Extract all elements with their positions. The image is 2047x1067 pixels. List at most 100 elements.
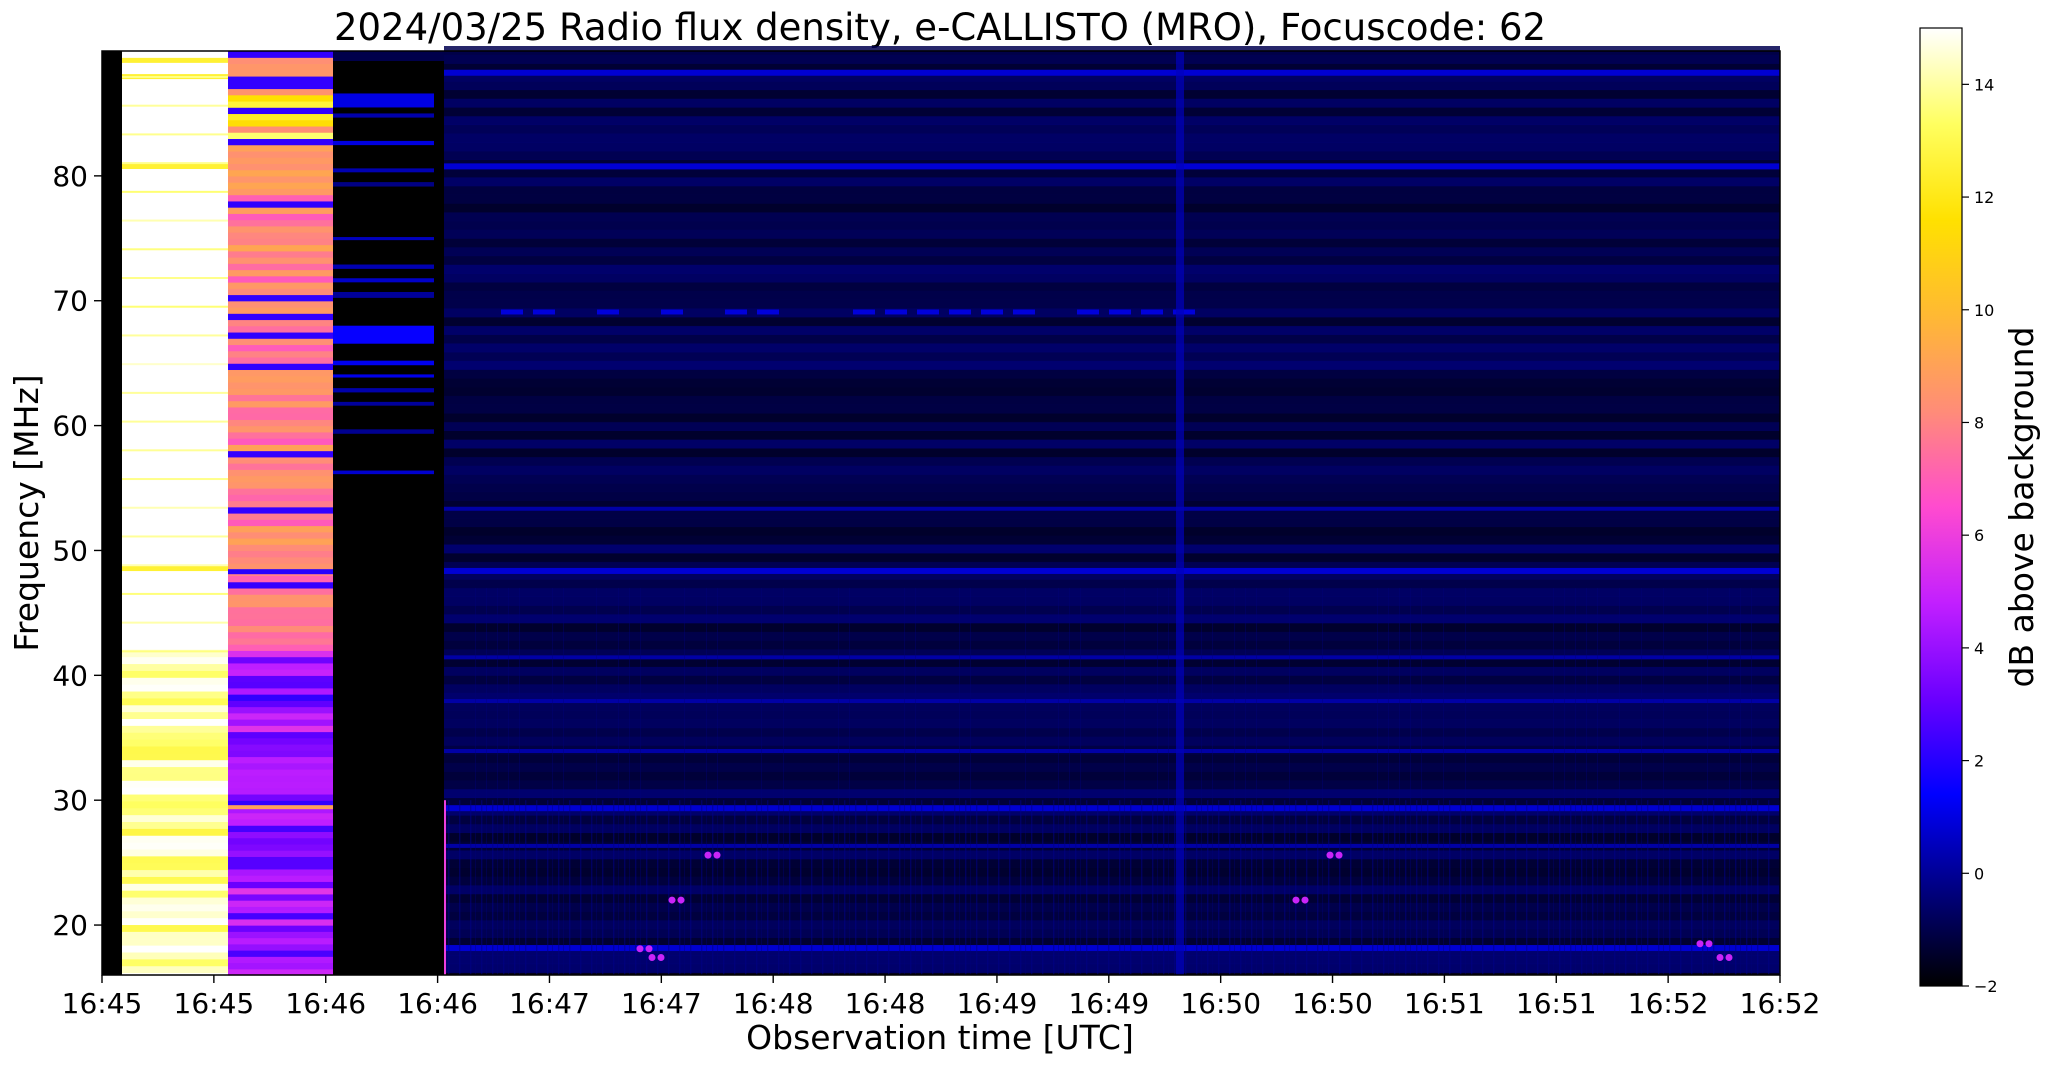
heat-cell (444, 823, 1780, 834)
heat-vertical-line (1176, 51, 1184, 975)
heat-cell (122, 739, 228, 747)
heat-striation (1306, 800, 1308, 975)
heat-line (122, 164, 228, 170)
heat-cell (228, 250, 333, 258)
heat-line (122, 566, 228, 572)
heat-striation (1322, 587, 1323, 975)
heat-dash (597, 309, 619, 315)
heat-cell (228, 731, 333, 739)
heat-striation (492, 800, 494, 975)
heat-cell (444, 587, 1780, 598)
heat-striation (1207, 800, 1209, 975)
heat-cell (444, 238, 1780, 248)
heat-cell (228, 506, 333, 514)
heat-cell (444, 124, 1780, 134)
heat-cell (228, 625, 333, 633)
heat-striation (1058, 587, 1059, 975)
colorbar-tick-label: 10 (1974, 301, 1994, 320)
heat-striation (1399, 587, 1400, 975)
colorbar-tick-label: 8 (1974, 413, 1984, 432)
heat-striation (1724, 800, 1726, 975)
heat-striation (1031, 800, 1033, 975)
heat-cell (228, 662, 333, 670)
heat-dash (533, 309, 555, 315)
heat-striation (1740, 587, 1741, 975)
heat-cell (228, 481, 333, 489)
heat-striation (1339, 800, 1341, 975)
heat-cell (228, 82, 333, 90)
heat-striation (822, 800, 824, 975)
heat-cell (228, 637, 333, 645)
heat-cell (228, 450, 333, 458)
heat-striation (1663, 587, 1664, 975)
y-axis: 20 30 40 50 60 70 80 (52, 160, 102, 942)
heat-cell (228, 257, 333, 264)
heat-cell (444, 596, 1780, 606)
heat-cell (444, 378, 1780, 388)
heat-cell (228, 57, 333, 65)
x-tick-label: 16:47 (509, 987, 590, 1020)
heat-striation (1388, 587, 1389, 975)
heat-cell (122, 924, 228, 932)
heat-cell (122, 945, 228, 953)
y-tick-label: 80 (52, 160, 88, 193)
heat-striation (580, 800, 582, 975)
heat-striation (1262, 800, 1264, 975)
heat-cell (228, 737, 333, 745)
heat-cell (228, 856, 333, 864)
heat-striation (547, 800, 549, 975)
heat-line (122, 391, 228, 394)
heat-cell (122, 684, 228, 692)
heat-cell (228, 587, 333, 595)
heat-striation (503, 800, 505, 975)
x-tick-label: 16:51 (1404, 987, 1485, 1020)
heat-cell (444, 430, 1780, 440)
heat-line (122, 334, 228, 337)
heat-cell (228, 300, 333, 308)
heat-cell (228, 331, 333, 339)
heat-striation (1152, 800, 1154, 975)
heat-cell (228, 150, 333, 158)
heat-striation (888, 800, 890, 975)
heat-cell (122, 821, 228, 829)
heat-cell (228, 600, 333, 608)
heat-cell (228, 232, 333, 239)
heat-striation (1273, 800, 1275, 975)
heat-striation (1042, 800, 1044, 975)
heat-striation (1108, 800, 1110, 975)
heat-line (333, 360, 434, 366)
heat-cell (122, 690, 228, 699)
heat-striation (1427, 800, 1429, 975)
heat-striation (684, 587, 685, 975)
heat-striation (1141, 800, 1143, 975)
heat-hotspot (677, 896, 685, 904)
colorbar: −2 0 2 4 6 8 10 12 14 dB above background (1919, 27, 2041, 996)
heat-line (122, 564, 228, 567)
heat-cell (444, 605, 1780, 615)
x-tick-label: 16:49 (957, 987, 1038, 1020)
heat-striation (910, 800, 912, 975)
heat-line (122, 133, 228, 136)
heat-cell (228, 712, 333, 720)
heat-cell (228, 125, 333, 133)
heat-cell (122, 711, 228, 720)
heat-striation (1729, 587, 1730, 975)
heat-cell (228, 881, 333, 889)
heat-striation (1284, 800, 1286, 975)
y-tick-label: 40 (52, 659, 88, 692)
heat-cell (228, 631, 333, 639)
heat-cell (228, 219, 333, 227)
heat-cell (122, 752, 228, 761)
heat-striation (932, 800, 934, 975)
heat-cell (228, 400, 333, 408)
heat-cell (444, 80, 1780, 91)
chart-title: 2024/03/25 Radio flux density, e-CALLIST… (334, 6, 1546, 49)
heat-line (444, 843, 1780, 848)
heat-line (333, 429, 434, 434)
heat-cell (228, 656, 333, 664)
heat-hotspot (1725, 954, 1733, 962)
heat-cell (228, 937, 333, 945)
heat-cell (444, 876, 1780, 886)
heat-cell (228, 51, 333, 58)
heat-cell (444, 334, 1780, 344)
